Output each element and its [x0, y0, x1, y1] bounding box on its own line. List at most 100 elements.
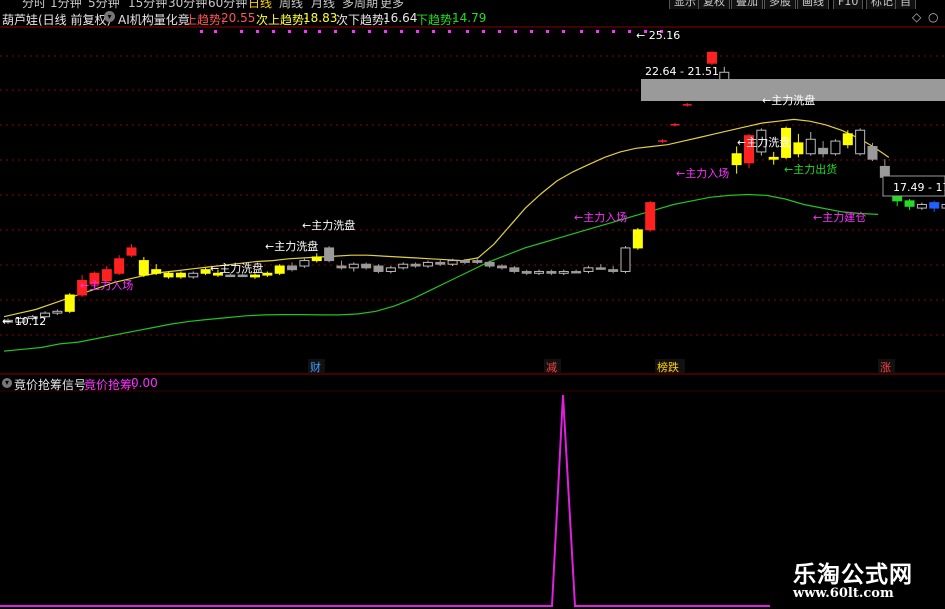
candle-body-12 [151, 269, 162, 274]
top-signal-dot-21 [546, 30, 549, 33]
date-marker-3: 涨 [880, 361, 891, 374]
candle-body-14 [175, 272, 186, 278]
candle-body-22 [274, 265, 285, 274]
top-signal-dot-6 [304, 30, 307, 33]
candle-body-31 [385, 267, 396, 272]
top-signal-dot-20 [530, 30, 533, 33]
date-marker-1: 减 [546, 361, 557, 374]
annotation-2: ←主力洗盘 [265, 239, 318, 253]
candle-body-16 [200, 269, 211, 274]
candle-body-52 [645, 202, 656, 231]
candle-body-69 [855, 129, 866, 155]
candle-body-15 [188, 272, 199, 278]
candle-body-29 [361, 263, 372, 269]
top-signal-dot-23 [580, 30, 583, 33]
candle-body-20 [250, 274, 260, 278]
sub-indicator-toggle-icon[interactable]: ▾ [2, 378, 12, 388]
top-signal-dot-0 [200, 30, 203, 33]
candle-body-42 [521, 270, 532, 274]
candle-body-39 [484, 261, 495, 267]
sub-chart-header: ▾ 竟价抢筹信号 竟价抢筹: 0.00 [0, 375, 945, 393]
annotation-6: ←主力洗盘 [762, 93, 815, 107]
annotation-0: ←主力入场 [80, 278, 133, 292]
candle-body-24 [299, 260, 310, 267]
candle-body-44 [546, 270, 557, 274]
candle-body-37 [459, 260, 470, 263]
candle-body-74 [916, 203, 927, 209]
candle-body-46 [571, 270, 582, 274]
annotation-1: ←主力洗盘 [210, 261, 263, 275]
annotation-9: ←主力建仓 [813, 210, 866, 224]
top-signal-dot-4 [272, 30, 275, 33]
right-price-label: 17.49 - 17 [893, 181, 945, 194]
candle-body-38 [472, 260, 483, 263]
top-signal-dot-12 [400, 30, 403, 33]
top-signal-dot-14 [432, 30, 435, 33]
top-signal-dot-25 [612, 30, 615, 33]
top-signal-dot-18 [498, 30, 501, 33]
top-signal-dot-26 [628, 30, 631, 33]
candle-body-30 [373, 265, 384, 272]
candle-body-11 [138, 260, 149, 276]
top-signal-dot-2 [240, 30, 243, 33]
top-signal-dot-22 [562, 30, 565, 33]
top-signal-dot-5 [288, 30, 291, 33]
annotation-4: ←主力入场 [574, 210, 627, 224]
candle-body-67 [830, 140, 841, 155]
annotation-3: ←主力洗盘 [302, 218, 355, 232]
stock-chart-window: 分时 1分钟 5分钟 15分钟 30分钟 60分钟 日线 周线 月线 多周期 更多 显示 复权 叠加 多股画… [0, 0, 945, 609]
candle-body-19 [237, 274, 248, 278]
signal-line [0, 394, 770, 607]
range-label: 22.64 - 21.51 [645, 65, 719, 78]
candle-body-64 [793, 142, 804, 155]
candle-body-26 [324, 247, 335, 262]
candle-body-35 [435, 261, 446, 265]
annotation-5: ←主力入场 [676, 166, 729, 180]
sub-value-label: 竟价抢筹: [84, 378, 137, 392]
candle-body-65 [805, 138, 816, 155]
date-marker-2: 榜跌 [657, 360, 679, 374]
candle-body-41 [509, 267, 520, 272]
sub-indicator-name[interactable]: 竟价抢筹信号 [14, 376, 86, 393]
candle-body-10 [126, 247, 137, 256]
top-signal-dot-24 [596, 30, 599, 33]
watermark-title: 乐淘公式网 [793, 562, 913, 588]
candle-body-59 [731, 153, 742, 166]
top-signal-dot-11 [384, 30, 387, 33]
candle-body-40 [497, 265, 507, 269]
candle-body-57 [706, 51, 717, 64]
candle-body-66 [818, 147, 829, 155]
top-signal-dot-8 [334, 30, 337, 33]
top-signal-dot-17 [482, 30, 485, 33]
candle-body-62 [768, 156, 779, 160]
candle-body-47 [583, 267, 594, 272]
candle-body-45 [558, 270, 569, 274]
top-signal-dot-3 [256, 30, 259, 33]
chart-canvas: 22.64 - 21.51 17.49 - 17 ← 25.16 ← 10.12 ←主力… [0, 26, 945, 607]
candle-body-27 [336, 265, 347, 269]
candle-body-18 [225, 274, 236, 278]
candle-body-70 [867, 146, 878, 160]
candle-body-51 [632, 229, 643, 249]
top-signal-dot-1 [214, 30, 217, 33]
candle-body-25 [311, 256, 322, 262]
candle-body-43 [534, 270, 545, 274]
top-signal-dot-9 [352, 30, 355, 33]
top-signal-dot-16 [466, 30, 469, 33]
candle-body-50 [620, 247, 631, 272]
candle-body-68 [842, 133, 853, 146]
annotation-8: ←主力出货 [784, 162, 837, 176]
candle-body-28 [348, 263, 359, 269]
candle-body-13 [163, 272, 174, 278]
candle-body-36 [447, 260, 458, 265]
low-price-label: ← 10.12 [2, 315, 46, 328]
candle-body-75 [929, 202, 940, 209]
top-signal-dot-10 [368, 30, 371, 33]
high-price-label: ← 25.16 [636, 29, 680, 42]
candle-body-33 [410, 263, 421, 267]
top-signal-dot-19 [514, 30, 517, 33]
top-signal-dot-13 [416, 30, 419, 33]
candle-body-21 [262, 272, 273, 276]
candle-body-4 [52, 310, 63, 314]
candle-body-32 [398, 263, 409, 269]
